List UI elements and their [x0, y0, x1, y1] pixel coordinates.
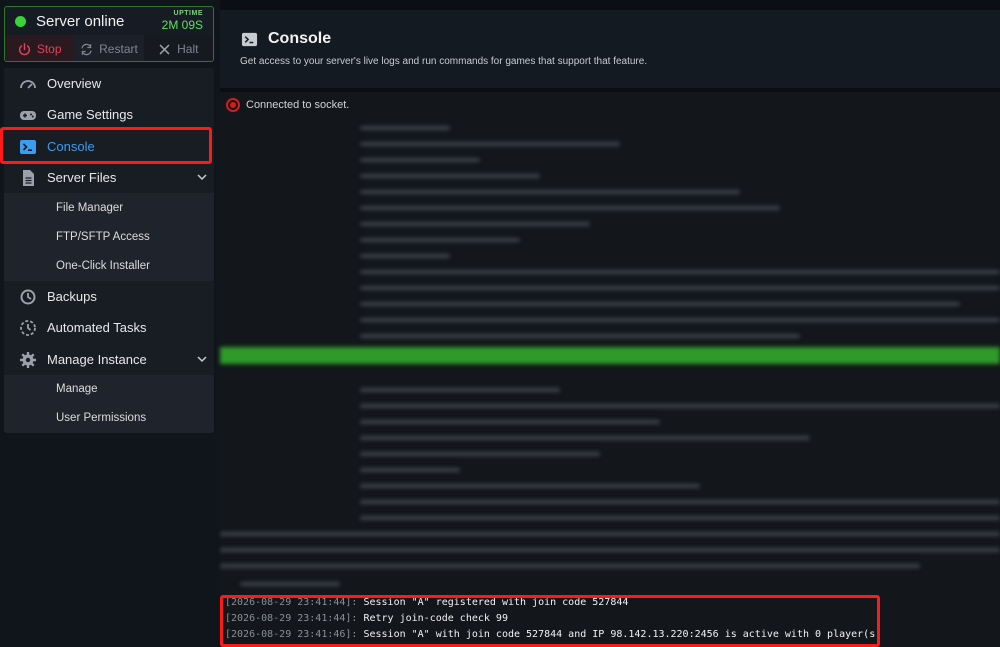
server-status-text: Server online [36, 12, 125, 30]
page-header: Console Get access to your server's live… [220, 10, 1000, 88]
chevron-down-icon [197, 356, 207, 363]
gear-icon [18, 351, 38, 369]
main-content: Console Get access to your server's live… [220, 0, 1000, 647]
sidebar-item-label: Game Settings [47, 107, 133, 122]
server-status-card: Server online UPTIME 2M 09S Stop Restart… [4, 6, 214, 62]
power-icon [18, 42, 30, 55]
stop-label: Stop [36, 42, 62, 56]
halt-button[interactable]: Halt [143, 35, 213, 61]
close-icon [159, 44, 170, 54]
backup-icon [18, 288, 38, 306]
uptime-value: 2M 09S [161, 18, 203, 32]
socket-status-text: Connected to socket. [246, 99, 350, 111]
log-highlight-box [220, 595, 880, 647]
sidebar-subitem-ftp-access[interactable]: FTP/SFTP Access [56, 227, 150, 247]
restart-label: Restart [99, 42, 138, 56]
sidebar-nav: Overview Game Settings Console Server Fi… [4, 68, 214, 433]
sidebar-item-label: Server Files [47, 170, 117, 185]
sidebar-item-overview[interactable]: Overview [4, 68, 214, 99]
sidebar: Server online UPTIME 2M 09S Stop Restart… [0, 0, 220, 647]
halt-label: Halt [177, 42, 199, 56]
sidebar-item-game-settings[interactable]: Game Settings [4, 99, 214, 130]
page-title: Console [268, 30, 332, 47]
chevron-down-icon [197, 174, 207, 181]
sidebar-subitem-one-click-installer[interactable]: One-Click Installer [56, 256, 150, 276]
stop-button[interactable]: Stop [5, 35, 75, 61]
file-icon [18, 169, 38, 187]
sidebar-subitem-file-manager[interactable]: File Manager [56, 198, 123, 218]
terminal-icon [241, 32, 258, 46]
sidebar-item-backups[interactable]: Backups [4, 281, 214, 312]
record-icon [226, 98, 240, 112]
online-status-icon [15, 15, 26, 27]
sidebar-subitem-manage[interactable]: Manage [56, 379, 98, 399]
highlighted-log-line [220, 347, 1000, 364]
sidebar-item-label: Overview [47, 76, 102, 91]
restart-button[interactable]: Restart [74, 35, 144, 61]
socket-status: Connected to socket. [226, 98, 349, 112]
restart-icon [81, 43, 92, 55]
sidebar-item-label: Backups [47, 289, 97, 304]
gauge-icon [18, 75, 38, 93]
uptime: UPTIME 2M 09S [162, 10, 203, 32]
page-subtitle: Get access to your server's live logs an… [240, 56, 648, 67]
uptime-label: UPTIME [173, 10, 203, 17]
sidebar-item-automated-tasks[interactable]: Automated Tasks [4, 312, 214, 343]
sidebar-item-label: Manage Instance [47, 352, 147, 367]
sidebar-item-manage-instance[interactable]: Manage Instance [4, 344, 214, 375]
sidebar-subitem-user-permissions[interactable]: User Permissions [56, 408, 146, 428]
console-highlight-box [0, 127, 212, 164]
sidebar-item-server-files[interactable]: Server Files [4, 162, 214, 193]
schedule-icon [18, 319, 38, 337]
console-panel: Connected to socket. [2026-08-29 23:41:4… [220, 92, 1000, 647]
gamepad-icon [18, 106, 38, 124]
sidebar-item-label: Automated Tasks [47, 320, 147, 335]
